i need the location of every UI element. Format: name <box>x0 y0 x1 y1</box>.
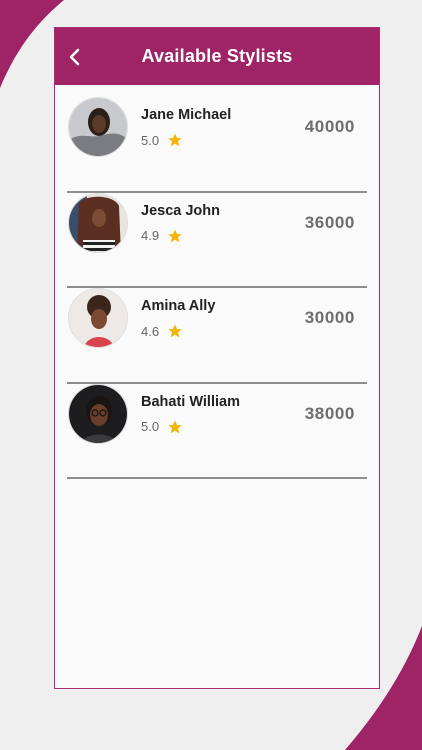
chevron-left-icon <box>69 48 80 65</box>
rating: 5.0 <box>141 419 183 435</box>
star-icon <box>168 133 182 147</box>
avatar <box>68 192 128 253</box>
back-button[interactable] <box>65 45 85 69</box>
price: 40000 <box>304 117 355 136</box>
rating-value: 4.6 <box>141 323 160 339</box>
price: 36000 <box>304 212 355 232</box>
stylist-list: Jane Michael 5.0 40000 Jesca John 4.9 36… <box>55 85 379 479</box>
avatar <box>68 383 128 444</box>
rating-value: 4.9 <box>141 228 160 243</box>
rating: 4.9 <box>141 228 183 244</box>
star-icon <box>168 324 182 338</box>
rating: 5.0 <box>141 132 183 148</box>
avatar <box>68 288 128 348</box>
stylist-name: Amina Ally <box>141 298 216 314</box>
rating: 4.6 <box>141 323 183 339</box>
stylist-row[interactable]: Jesca John 4.9 36000 <box>67 192 367 288</box>
stylist-name: Jane Michael <box>141 107 232 123</box>
stylist-name: Bahati William <box>141 393 240 410</box>
star-icon <box>168 419 182 433</box>
app-window: Available Stylists Jane Michael 5.0 4000… <box>54 27 380 689</box>
stylist-row[interactable]: Bahati William 5.0 38000 <box>67 383 367 479</box>
stylist-row[interactable]: Amina Ally 4.6 30000 <box>67 288 367 384</box>
rating-value: 5.0 <box>141 419 160 434</box>
star-icon <box>168 228 182 242</box>
avatar <box>68 97 128 157</box>
stylist-name: Jesca John <box>141 202 220 219</box>
price: 38000 <box>304 403 355 423</box>
page-title: Available Stylists <box>141 46 293 66</box>
stylist-row[interactable]: Jane Michael 5.0 40000 <box>67 97 367 193</box>
app-bar: Available Stylists <box>55 28 379 85</box>
rating-value: 5.0 <box>141 132 160 148</box>
price: 30000 <box>304 308 355 327</box>
